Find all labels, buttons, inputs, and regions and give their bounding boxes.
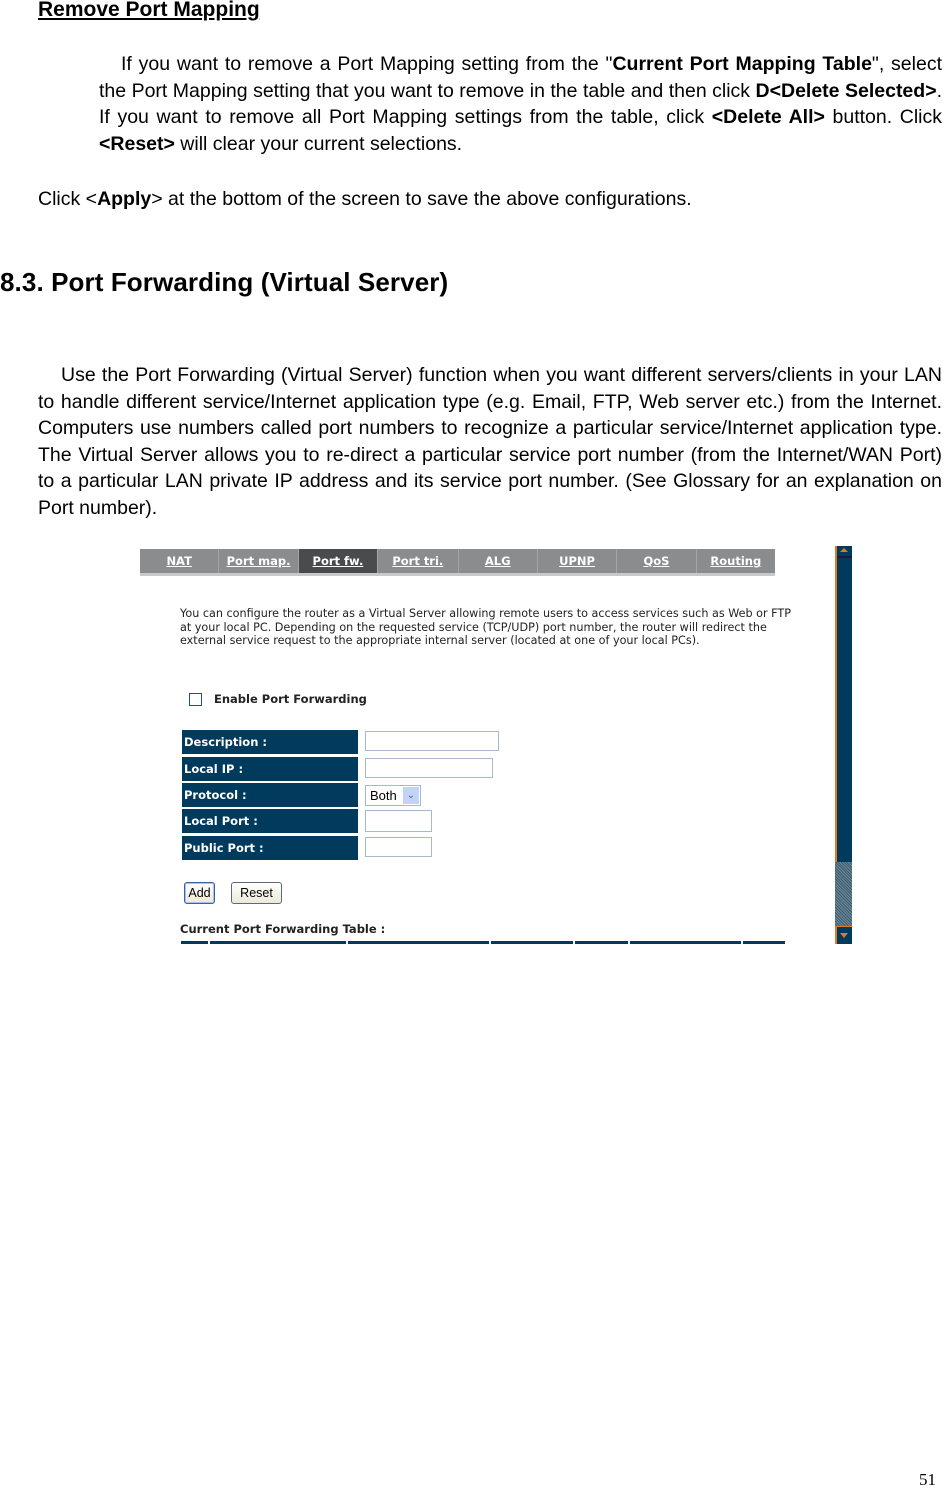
chevron-down-icon[interactable]: ⌄	[403, 787, 419, 804]
text: > at the bottom of the screen to save th…	[151, 188, 692, 210]
reset-button[interactable]: Reset	[231, 882, 282, 904]
page-number: 51	[919, 1470, 936, 1489]
public-port-input[interactable]	[365, 837, 432, 857]
tab-upnp[interactable]: UPNP	[538, 549, 618, 573]
local-port-label: Local Port :	[182, 809, 358, 833]
add-button[interactable]: Add	[184, 882, 215, 904]
local-ip-label: Local IP :	[182, 757, 358, 781]
tab-nat[interactable]: NAT	[140, 549, 220, 573]
bold-term: Apply	[97, 188, 152, 210]
table-header-cell	[575, 941, 628, 944]
local-port-input[interactable]	[365, 810, 432, 832]
tab-port-fw[interactable]: Port fw.	[298, 549, 379, 573]
table-header-cell	[491, 941, 573, 944]
tab-bar: NAT Port map. Port fw. Port tri. ALG UPN…	[140, 549, 775, 576]
router-screenshot: NAT Port map. Port fw. Port tri. ALG UPN…	[140, 546, 854, 946]
text: Click <	[38, 188, 98, 210]
tab-qos[interactable]: QoS	[617, 549, 697, 573]
scrollbar-track[interactable]	[835, 862, 852, 926]
local-ip-input[interactable]	[365, 758, 493, 778]
text: will clear your current selections.	[174, 132, 463, 155]
bold-term: <Reset>	[99, 132, 175, 155]
bold-term: D<Delete Selected>	[755, 79, 937, 102]
virtual-server-description: You can configure the router as a Virtua…	[180, 607, 791, 647]
tab-routing[interactable]: Routing	[697, 549, 775, 573]
vertical-scrollbar[interactable]	[835, 546, 852, 944]
table-header-cell	[348, 941, 489, 944]
table-header-cell	[181, 941, 208, 944]
enable-port-forwarding[interactable]: Enable Port Forwarding	[189, 692, 367, 706]
protocol-selected-value: Both	[370, 788, 397, 803]
table-header-cell	[630, 941, 741, 944]
tab-port-map[interactable]: Port map.	[219, 549, 299, 573]
port-forwarding-table-title: Current Port Forwarding Table :	[180, 922, 386, 936]
description-label: Description :	[182, 730, 358, 754]
public-port-label: Public Port :	[182, 836, 358, 860]
enable-port-forwarding-checkbox[interactable]	[189, 692, 202, 706]
tab-port-tri[interactable]: Port tri.	[378, 549, 459, 573]
port-forwarding-table-header	[181, 941, 785, 944]
description-input[interactable]	[365, 731, 499, 751]
tab-alg[interactable]: ALG	[459, 549, 538, 573]
text: If you want to remove a Port Mapping set…	[121, 53, 613, 75]
bold-term: <Delete All>	[711, 106, 825, 128]
remove-instructions-paragraph: If you want to remove a Port Mapping set…	[99, 51, 942, 157]
section-heading: 8.3. Port Forwarding (Virtual Server)	[0, 267, 449, 297]
apply-instruction-paragraph: Click <Apply> at the bottom of the scree…	[38, 186, 918, 213]
table-header-cell	[210, 941, 346, 944]
arrow-up-icon[interactable]	[837, 546, 852, 558]
remove-port-mapping-heading: Remove Port Mapping	[38, 0, 260, 21]
arrow-down-icon[interactable]	[835, 926, 852, 944]
protocol-select[interactable]: Both ⌄	[365, 785, 421, 806]
enable-port-forwarding-label: Enable Port Forwarding	[214, 692, 367, 706]
table-header-cell	[743, 941, 785, 944]
section-body-paragraph: Use the Port Forwarding (Virtual Server)…	[38, 364, 942, 519]
text: button. Click	[824, 106, 943, 128]
bold-term: Current Port Mapping Table	[612, 53, 872, 75]
protocol-label: Protocol :	[182, 783, 358, 807]
